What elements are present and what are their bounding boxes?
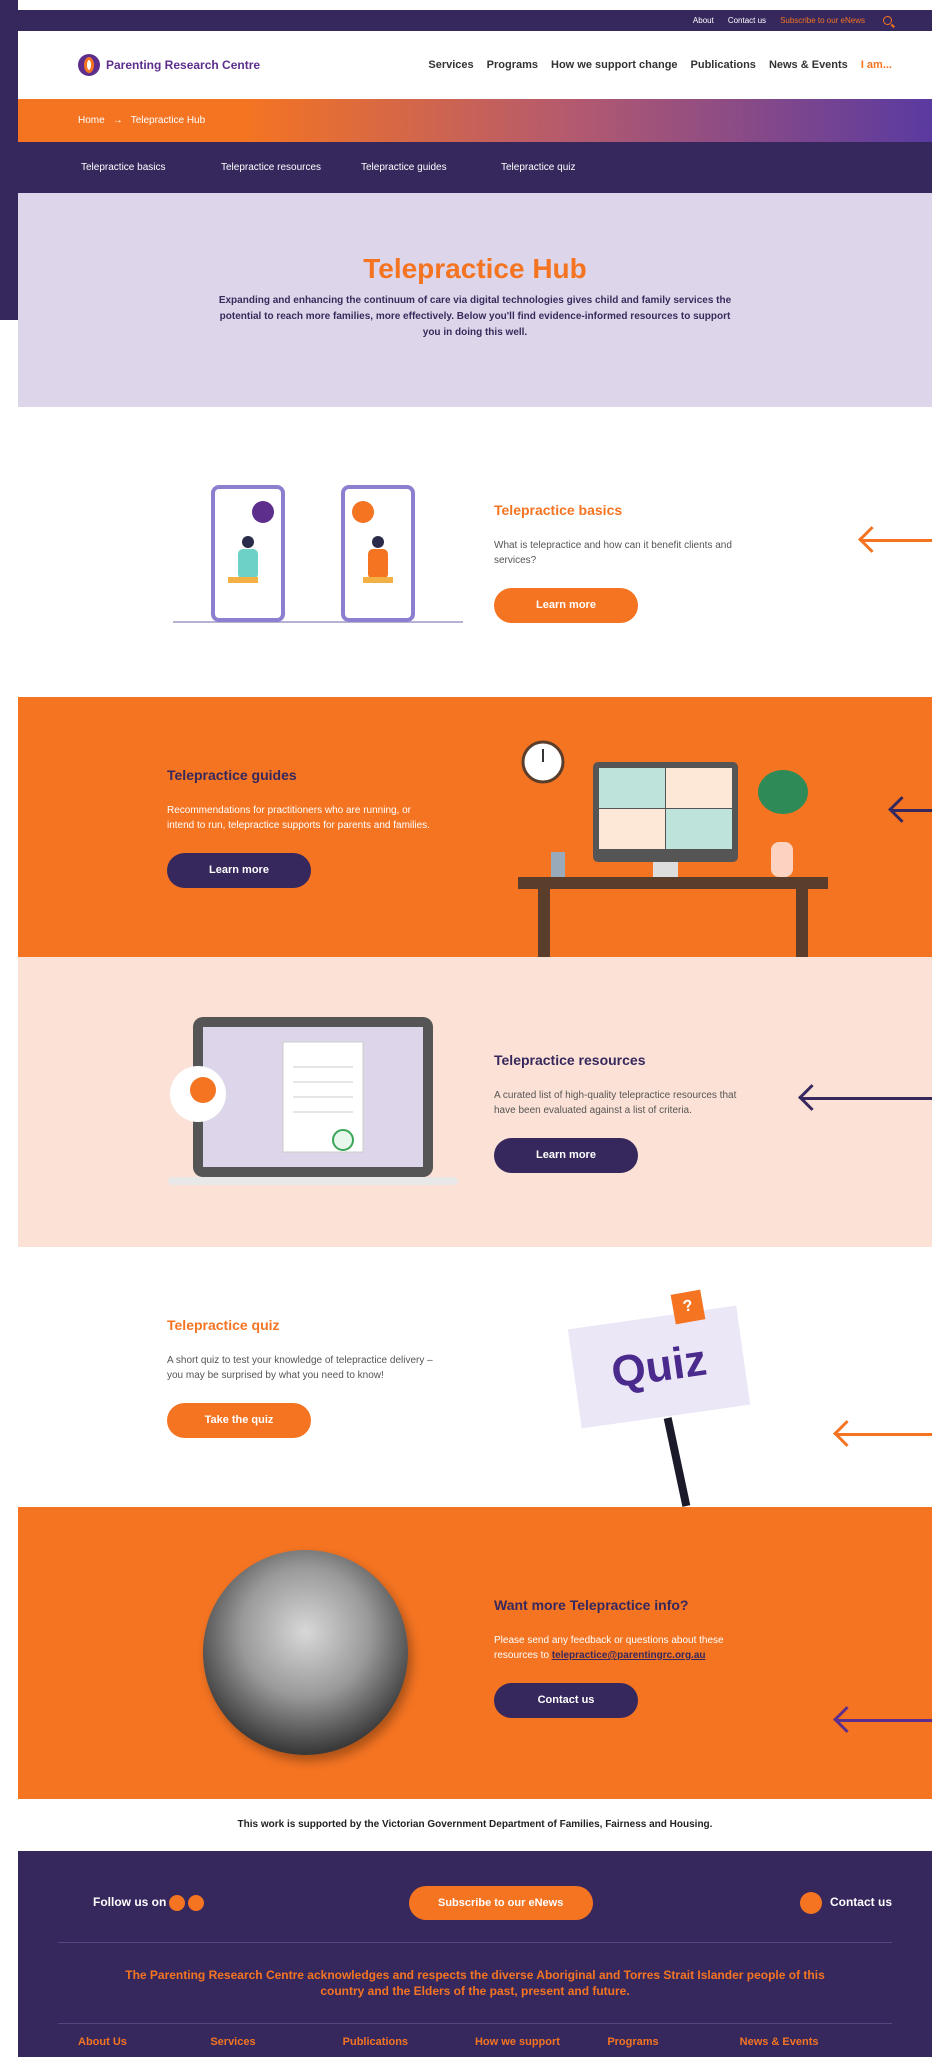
hero: Telepractice Hub Expanding and enhancing… <box>18 193 932 407</box>
subnav-quiz[interactable]: Telepractice quiz <box>501 162 641 173</box>
section-guides: Telepractice guides Recommendations for … <box>18 697 932 957</box>
contact-title: Want more Telepractice info? <box>494 1597 689 1613</box>
footer-subscribe-button[interactable]: Subscribe to our eNews <box>408 1886 593 1920</box>
phones-illustration <box>173 485 463 623</box>
nav-publications[interactable]: Publications <box>691 59 756 71</box>
breadcrumb-current: Telepractice Hub <box>130 115 206 126</box>
basics-learn-more-button[interactable]: Learn more <box>494 588 638 623</box>
logo-icon <box>78 54 100 76</box>
quiz-description: A short quiz to test your knowledge of t… <box>167 1355 433 1381</box>
footer-links: About Us Services Publications How we su… <box>18 2024 932 2060</box>
quiz-sign: Quiz <box>567 1305 751 1429</box>
arrow-left-icon <box>862 539 932 542</box>
footer-link-publications[interactable]: Publications <box>343 2036 475 2048</box>
about-link[interactable]: About <box>693 16 714 25</box>
footer-link-how-we-support[interactable]: How we support <box>475 2036 607 2048</box>
subnav-guides[interactable]: Telepractice guides <box>361 162 501 173</box>
desk-illustration <box>518 740 828 957</box>
search-icon[interactable] <box>883 16 892 25</box>
footer-link-services[interactable]: Services <box>210 2036 342 2048</box>
footer-contact[interactable]: Contact us <box>797 1892 892 1914</box>
follow-us: Follow us on <box>93 1895 205 1911</box>
staff-photo-avatar <box>203 1550 408 1755</box>
footer-contact-label: Contact us <box>829 1895 892 1910</box>
resources-text-block: Telepractice resources A curated list of… <box>494 1052 754 1173</box>
page-title: Telepractice Hub <box>363 253 587 284</box>
section-resources: Telepractice resources A curated list of… <box>18 957 932 1247</box>
basics-title: Telepractice basics <box>494 502 623 518</box>
contact-description: Please send any feedback or questions ab… <box>494 1633 754 1663</box>
page: About Contact us Subscribe to our eNews … <box>18 10 932 2064</box>
quiz-title: Telepractice quiz <box>167 1317 280 1333</box>
laptop-illustration <box>168 1017 458 1185</box>
footer-top-row: Follow us on Subscribe to our eNews Cont… <box>18 1851 932 1920</box>
resources-description: A curated list of high-quality telepract… <box>494 1090 737 1116</box>
arrow-left-icon-5 <box>837 1719 932 1722</box>
arrow-right-icon: → <box>112 115 123 126</box>
section-basics: Telepractice basics What is telepractice… <box>18 407 932 697</box>
email-link[interactable]: telepractice@parentingrc.org.au <box>552 1650 706 1661</box>
nav-programs[interactable]: Programs <box>487 59 538 71</box>
section-quiz: Telepractice quiz A short quiz to test y… <box>18 1247 932 1507</box>
support-statement: This work is supported by the Victorian … <box>237 1819 713 1830</box>
subscribe-link[interactable]: Subscribe to our eNews <box>780 16 865 25</box>
basics-description: What is telepractice and how can it bene… <box>494 540 732 566</box>
guides-description: Recommendations for practitioners who ar… <box>167 805 430 831</box>
breadcrumb-home[interactable]: Home <box>78 115 105 126</box>
follow-label: Follow us on <box>93 1895 167 1910</box>
subnav-resources[interactable]: Telepractice resources <box>221 162 361 173</box>
phone-icon <box>799 1892 822 1914</box>
nav-how-we-support[interactable]: How we support change <box>551 59 678 71</box>
arrow-left-icon-3 <box>802 1097 932 1100</box>
sign-stick <box>663 1417 691 1507</box>
left-edge-background <box>0 0 18 320</box>
footer-link-news[interactable]: News & Events <box>740 2036 872 2048</box>
contact-text-block: Want more Telepractice info? Please send… <box>494 1597 754 1718</box>
take-quiz-button[interactable]: Take the quiz <box>167 1403 311 1438</box>
twitter-icon[interactable] <box>169 1895 186 1911</box>
contact-us-button[interactable]: Contact us <box>494 1683 638 1718</box>
guides-title: Telepractice guides <box>167 767 297 783</box>
nav-i-am[interactable]: I am... <box>861 59 892 71</box>
section-contact: Want more Telepractice info? Please send… <box>18 1507 932 1799</box>
question-badge-icon: ? <box>670 1289 706 1325</box>
basics-text-block: Telepractice basics What is telepractice… <box>494 502 774 623</box>
nav-news-events[interactable]: News & Events <box>769 59 848 71</box>
resources-title: Telepractice resources <box>494 1052 646 1068</box>
subnav-basics[interactable]: Telepractice basics <box>81 162 221 173</box>
acknowledgement: The Parenting Research Centre acknowledg… <box>125 1968 825 1998</box>
footer-link-programs[interactable]: Programs <box>607 2036 739 2048</box>
logo-text: Parenting Research Centre <box>106 58 261 72</box>
main-nav: Services Programs How we support change … <box>428 59 892 71</box>
site-header: Parenting Research Centre Services Progr… <box>18 31 932 99</box>
utility-bar: About Contact us Subscribe to our eNews <box>18 10 932 31</box>
arrow-left-icon-2 <box>892 809 932 812</box>
footer-link-about[interactable]: About Us <box>78 2036 210 2048</box>
resources-learn-more-button[interactable]: Learn more <box>494 1138 638 1173</box>
footer: Follow us on Subscribe to our eNews Cont… <box>18 1851 932 2057</box>
nav-services[interactable]: Services <box>428 59 473 71</box>
arrow-left-icon-4 <box>837 1433 932 1436</box>
sub-nav: Telepractice basics Telepractice resourc… <box>18 142 932 193</box>
quiz-text-block: Telepractice quiz A short quiz to test y… <box>167 1317 437 1438</box>
hero-text: Expanding and enhancing the continuum of… <box>218 295 732 338</box>
logo[interactable]: Parenting Research Centre <box>78 54 260 76</box>
breadcrumb: Home → Telepractice Hub <box>18 99 932 142</box>
linkedin-icon[interactable] <box>188 1895 205 1911</box>
guides-text-block: Telepractice guides Recommendations for … <box>167 767 437 888</box>
guides-learn-more-button[interactable]: Learn more <box>167 853 311 888</box>
contact-link[interactable]: Contact us <box>728 16 766 25</box>
